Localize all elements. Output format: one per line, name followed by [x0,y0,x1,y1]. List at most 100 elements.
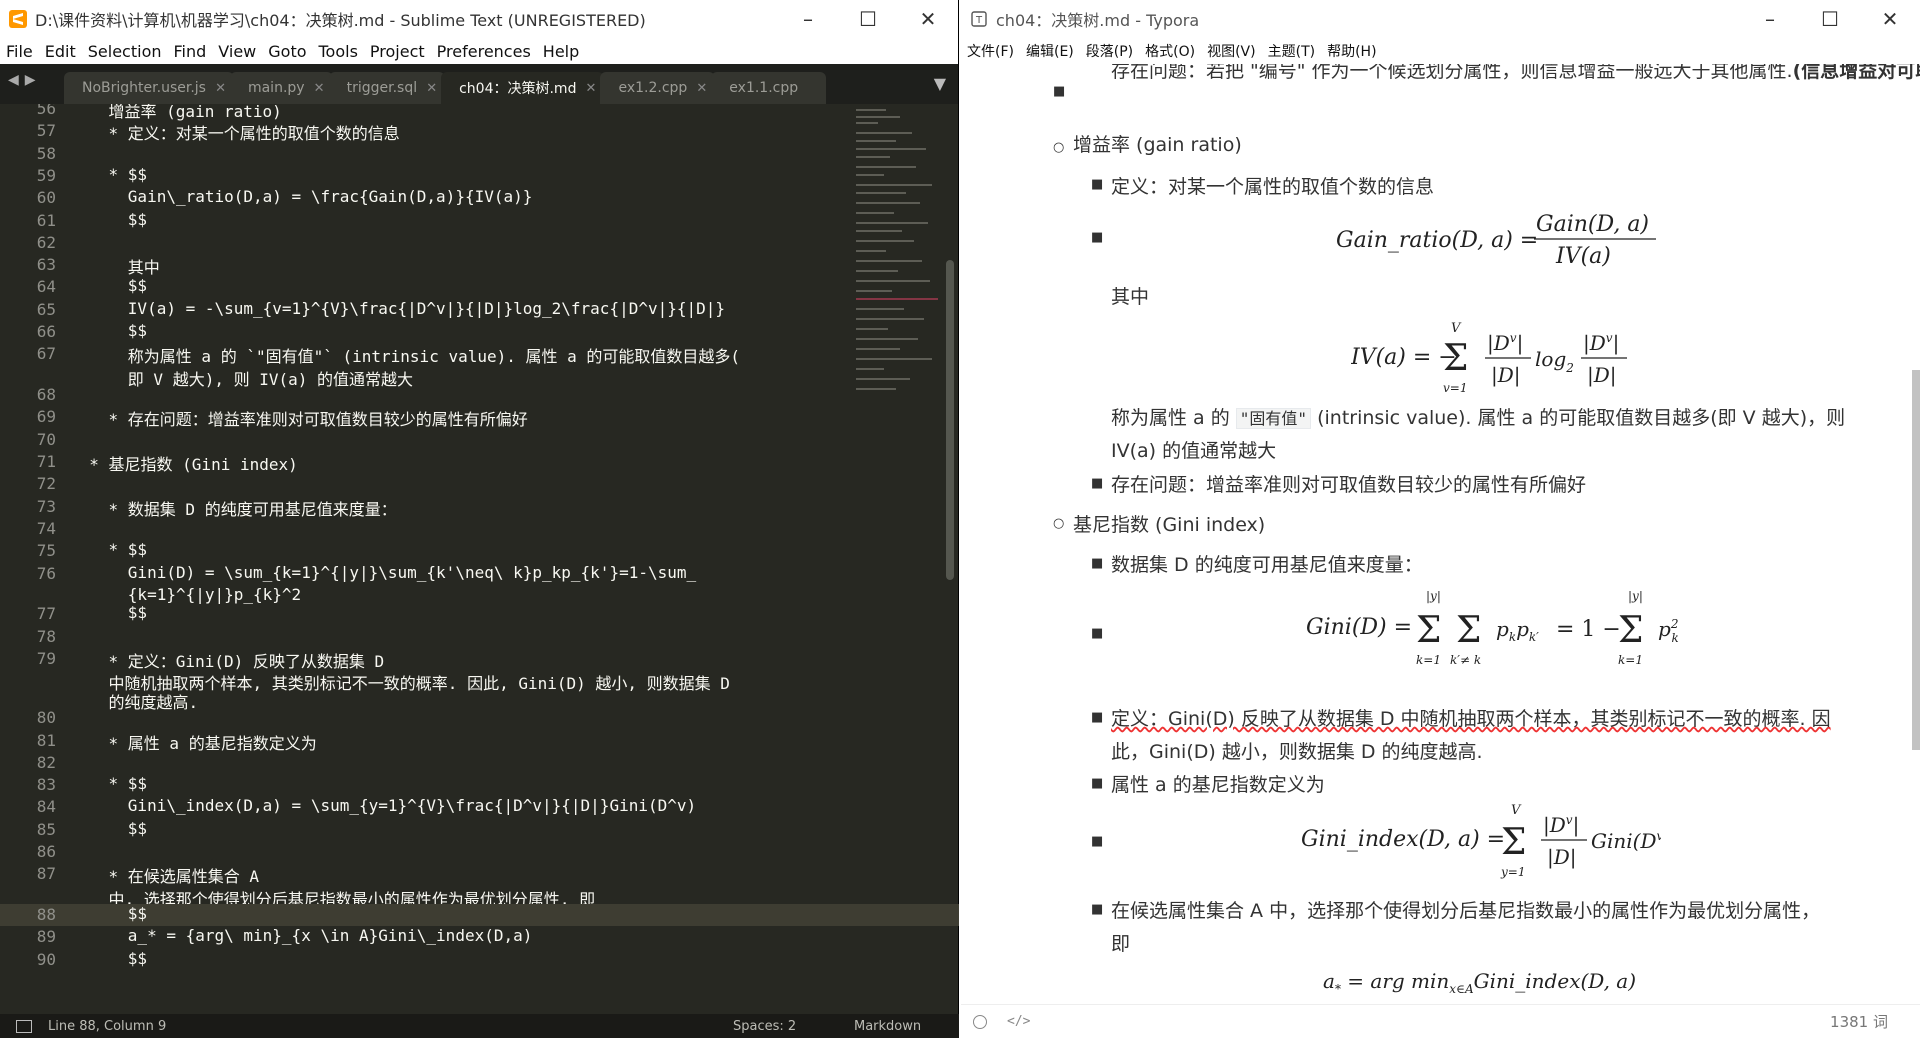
intrinsic-line-2: IV(a) 的值通常越大 [1111,440,1277,462]
line-number: 61 [36,210,56,230]
close-tab-icon[interactable]: ✕ [314,81,325,96]
text: 定义：Gini(D) 反映了从数据集 D 中随机抽取两个样本，其类别标记不一致的… [1111,708,1831,730]
line-number: 75 [36,541,56,561]
menu-view[interactable]: 视图(V) [1201,41,1262,61]
svg-text:Σ: Σ [1416,610,1441,651]
document-scrollbar[interactable] [1912,370,1920,750]
svg-text:|Dv|: |Dv| [1487,331,1523,356]
close-tab-icon[interactable]: ✕ [696,81,707,96]
svg-text:= 1 −: = 1 − [1556,617,1621,642]
tab-nobrighter[interactable]: NoBrighter.user.js ✕ [64,72,234,104]
menu-file[interactable]: 文件(F) [961,41,1020,61]
close-tab-icon[interactable]: ✕ [426,81,437,96]
menu-help[interactable]: 帮助(H) [1321,41,1382,61]
maximize-icon[interactable]: ☐ [838,0,898,38]
document-view[interactable]: 存在问题：若把 "编号" 作为一个候选划分属性，则信息增益一般远大于其他属性.(… [961,64,1920,1004]
code-line: $$ [70,276,148,296]
menu-project[interactable]: Project [364,42,431,61]
editor-scrollbar[interactable] [946,260,954,580]
close-tab-icon[interactable]: ✕ [215,81,226,96]
gini-measure: 数据集 D 的纯度可用基尼值来度量： [1111,554,1423,576]
code-line: * $$ [70,540,148,560]
code-editor[interactable]: 56 增益率 (gain ratio) 57 * 定义：对某一个属性的取值个数的信… [0,104,959,1014]
bullet-icon: ■ [1091,556,1104,571]
minimize-icon[interactable]: – [778,0,838,38]
minimap[interactable] [856,104,938,484]
typora-statusbar: </> 1381 词 [961,1004,1920,1038]
menu-edit[interactable]: Edit [39,42,82,61]
menu-file[interactable]: File [0,42,39,61]
typora-logo-icon: T [971,11,987,27]
svg-text:pkpk′: pkpk′ [1496,617,1539,644]
code-line: 其中 [70,258,160,278]
source-mode-icon[interactable]: </> [1007,1014,1030,1029]
line-number: 82 [36,752,56,772]
tab-ex1-2[interactable]: ex1.2.cpp ✕ [600,72,716,104]
bullet-icon: ○ [1053,140,1065,155]
svg-text:|Dv|: |Dv| [1583,331,1619,356]
menu-preferences[interactable]: Preferences [431,42,537,61]
menu-help[interactable]: Help [537,42,585,61]
code-line: 的纯度越高. [70,692,199,712]
maximize-icon[interactable]: ☐ [1800,0,1860,38]
tab-label: NoBrighter.user.js [82,80,206,96]
tab-nav-arrows-icon[interactable]: ◀▶ [8,72,42,88]
svg-text:k=1: k=1 [1618,653,1643,667]
tab-ch04[interactable]: ch04：决策树.md ✕ [441,72,605,104]
minimize-icon[interactable]: – [1740,0,1800,38]
line-number: 56 [36,104,56,118]
tab-list-icon[interactable]: ▼ [934,74,946,93]
menu-theme[interactable]: 主题(T) [1262,41,1321,61]
choose-line-1: 在候选属性集合 A 中，选择那个使得划分后基尼指数最小的属性作为最优划分属性， [1111,900,1821,922]
text: (intrinsic value). 属性 a 的可能取值数目越多(即 V 越大… [1317,407,1846,429]
code-line: Gain\_ratio(D,a) = \frac{Gain(D,a)}{IV(a… [70,187,533,207]
problem-gain-ratio: 存在问题：增益率准则对可取值数目较少的属性有所偏好 [1111,474,1587,496]
line-number: 87 [36,864,56,884]
code-line: 称为属性 a 的 `"固有值"` (intrinsic value). 属性 a… [70,347,741,367]
svg-text:|y|: |y| [1426,589,1441,603]
tab-label: ch04：决策树.md [459,81,577,97]
svg-text:Σ: Σ [1501,822,1526,863]
svg-text:Gini(Dv): Gini(Dv) [1591,829,1661,853]
line-number: 72 [36,474,56,494]
svg-text:p2k: p2 k [1658,617,1679,645]
menu-selection[interactable]: Selection [82,42,168,61]
line-number: 73 [36,496,56,516]
menu-format[interactable]: 格式(O) [1139,41,1201,61]
sublime-menubar: File Edit Selection Find View Goto Tools… [0,38,958,64]
syntax-setting[interactable]: Markdown [854,1019,921,1034]
bullet-icon: ■ [1091,177,1104,192]
tab-main-py[interactable]: main.py ✕ [229,72,333,104]
code-line: * 在候选属性集合 A [70,867,260,887]
svg-text:|D|: |D| [1547,845,1577,870]
menu-find[interactable]: Find [168,42,213,61]
code-line: * 定义：对某一个属性的取值个数的信息 [70,124,400,144]
close-tab-icon[interactable]: ✕ [586,81,597,96]
sidebar-toggle-icon[interactable] [973,1014,987,1029]
svg-text:V: V [1511,803,1522,818]
close-icon[interactable]: ✕ [1860,0,1920,38]
tab-trigger-sql[interactable]: trigger.sql ✕ [328,72,446,104]
line-number: 60 [36,188,56,208]
intrinsic-line: 称为属性 a 的 "固有值" (intrinsic value). 属性 a 的… [1111,403,1845,430]
code-line: * 存在问题：增益率准则对可取值数目较少的属性有所偏好 [70,410,528,430]
close-icon[interactable]: ✕ [898,0,958,38]
gini-def-1: 定义：Gini(D) 反映了从数据集 D 中随机抽取两个样本，其类别标记不一致的… [1111,704,1831,731]
code-line: * $$ [70,774,148,794]
typora-window: T ch04：决策树.md - Typora – ☐ ✕ 文件(F) 编辑(E)… [961,0,1920,1038]
menu-edit[interactable]: 编辑(E) [1020,41,1080,61]
gini-def-2: 此，Gini(D) 越小，则数据集 D 的纯度越高. [1111,741,1483,763]
menu-tools[interactable]: Tools [313,42,364,61]
bullet-icon: ■ [1091,230,1104,245]
panel-toggle-icon[interactable] [16,1019,32,1033]
menu-goto[interactable]: Goto [262,42,312,61]
indentation-setting[interactable]: Spaces: 2 [733,1019,796,1034]
formula-gain-ratio: Gain_ratio(D, a) = Gain(D, a) IV(a) [1336,209,1676,275]
word-count[interactable]: 1381 词 [1830,1011,1888,1032]
menu-paragraph[interactable]: 段落(P) [1080,41,1139,61]
tab-ex1-1[interactable]: ex1.1.cpp [711,72,827,104]
line-number: 62 [36,232,56,252]
code-line: IV(a) = -\sum_{v=1}^{V}\frac{|D^v|}{|D|}… [70,298,726,318]
line-number: 74 [36,518,56,538]
menu-view[interactable]: View [212,42,262,61]
